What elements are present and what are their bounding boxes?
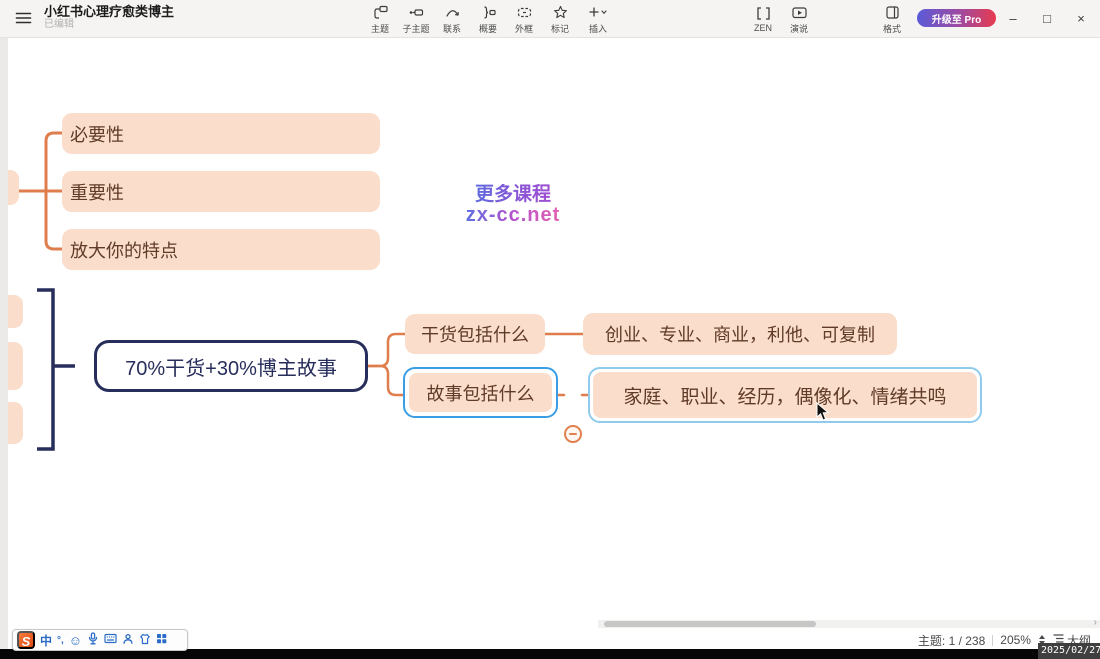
subtopic-icon (408, 4, 425, 21)
keyboard-icon (104, 633, 117, 647)
tool-label: 概要 (479, 22, 497, 35)
document-title: 小红书心理疗愈类博主 (44, 4, 174, 19)
present-button[interactable]: 演说 (781, 3, 817, 35)
topic-icon (372, 4, 389, 21)
tool-marker[interactable]: 标记 (542, 3, 578, 35)
tool-label: 演说 (790, 22, 808, 35)
minimize-button[interactable]: – (996, 0, 1030, 38)
tool-insert[interactable]: 插入 (578, 3, 618, 35)
person-icon (122, 633, 134, 648)
watermark-line2: zx-cc.net (448, 205, 578, 226)
clipped-node[interactable] (8, 402, 23, 444)
ime-language-toggle[interactable]: 中 (40, 632, 52, 649)
ime-keyboard-button[interactable] (104, 633, 117, 647)
tool-summary[interactable]: 概要 (470, 3, 506, 35)
scroll-right-arrow[interactable]: › (1094, 617, 1097, 628)
grid-icon (156, 633, 167, 647)
mouse-cursor (816, 402, 830, 427)
insert-plus-icon (588, 4, 609, 21)
maximize-button[interactable]: □ (1030, 0, 1064, 38)
clipped-node[interactable] (8, 295, 23, 328)
clipped-node[interactable] (8, 342, 23, 390)
watermark: 更多课程 zx-cc.net (448, 184, 578, 226)
tool-label: 插入 (589, 22, 607, 35)
shirt-icon (139, 633, 151, 648)
ime-voice-button[interactable] (87, 632, 99, 648)
ime-skin-button[interactable] (139, 633, 151, 648)
marker-star-icon (552, 4, 569, 21)
microphone-icon (87, 632, 99, 648)
watermark-line1: 更多课程 (448, 184, 578, 205)
tool-relationship[interactable]: 联系 (434, 3, 470, 35)
tool-label: 主题 (371, 22, 389, 35)
ime-account-button[interactable] (122, 633, 134, 648)
detail-node[interactable]: 家庭、职业、经历，偶像化、情绪共鸣 (593, 372, 977, 418)
upgrade-pro-button[interactable]: 升级至 Pro (917, 9, 996, 27)
format-button[interactable]: 格式 (874, 3, 910, 35)
zoom-in-arrow-icon (1039, 635, 1045, 639)
scrollbar-thumb[interactable] (604, 621, 816, 627)
toolbar-view: ZEN 演说 (745, 3, 817, 35)
topic-node[interactable]: 放大你的特点 (62, 229, 380, 270)
xmind-window: 小红书心理疗愈类博主 已编辑 主题 (0, 0, 1100, 659)
summary-icon (480, 4, 497, 21)
main-topic-node[interactable]: 70%干货+30%博主故事 (94, 340, 368, 392)
toolbar-format: 格式 (874, 3, 910, 35)
window-controls: – □ × (996, 0, 1098, 38)
tool-label: 子主题 (402, 22, 429, 35)
horizontal-scrollbar[interactable]: › (598, 620, 1100, 628)
tool-label: ZEN (754, 23, 772, 33)
play-icon (791, 4, 808, 21)
tool-label: 格式 (883, 22, 901, 35)
relationship-icon (444, 4, 461, 21)
topic-count: 主题: 1 / 238 (918, 632, 985, 649)
tool-topic[interactable]: 主题 (362, 3, 398, 35)
ime-toolbox-button[interactable] (156, 633, 167, 647)
subtopic-node-selected[interactable]: 故事包括什么 (409, 373, 552, 412)
ime-logo[interactable]: S (17, 631, 35, 649)
mindmap-canvas[interactable]: 必要性 重要性 放大你的特点 70%干货+30%博主故事 干货包括什么 创业、专… (0, 38, 1100, 649)
tool-label: 标记 (551, 22, 569, 35)
titlebar: 小红书心理疗愈类博主 已编辑 主题 (0, 0, 1100, 38)
ime-punctuation-toggle[interactable]: °, (57, 635, 64, 646)
subtopic-node[interactable]: 干货包括什么 (405, 314, 545, 354)
recording-timestamp: 2025/02/27 2 (1038, 643, 1100, 659)
clipped-parent-node[interactable] (8, 170, 19, 205)
close-button[interactable]: × (1064, 0, 1098, 38)
topic-node[interactable]: 必要性 (62, 113, 380, 154)
tool-label: 联系 (443, 22, 461, 35)
hamburger-icon (15, 14, 32, 29)
tool-label: 外框 (515, 22, 533, 35)
tool-boundary[interactable]: 外框 (506, 3, 542, 35)
tool-subtopic[interactable]: 子主题 (398, 3, 434, 35)
zen-icon (755, 5, 772, 22)
ime-toolbar: S 中 °, ☺ (12, 629, 188, 651)
left-edge-panel (0, 38, 8, 649)
topic-node[interactable]: 重要性 (62, 171, 380, 212)
title-block: 小红书心理疗愈类博主 已编辑 (44, 4, 174, 31)
detail-node[interactable]: 创业、专业、商业，利他、可复制 (583, 313, 897, 355)
boundary-icon (516, 4, 533, 21)
toolbar-main: 主题 子主题 联系 (362, 3, 618, 35)
divider (992, 635, 993, 646)
menu-button[interactable] (12, 9, 34, 29)
zoom-level: 205% (1000, 633, 1031, 647)
document-status: 已编辑 (44, 19, 174, 31)
zen-mode-button[interactable]: ZEN (745, 3, 781, 35)
ime-emoji-button[interactable]: ☺ (69, 633, 82, 648)
format-panel-icon (884, 4, 901, 21)
collapse-minus-button[interactable] (564, 425, 582, 443)
